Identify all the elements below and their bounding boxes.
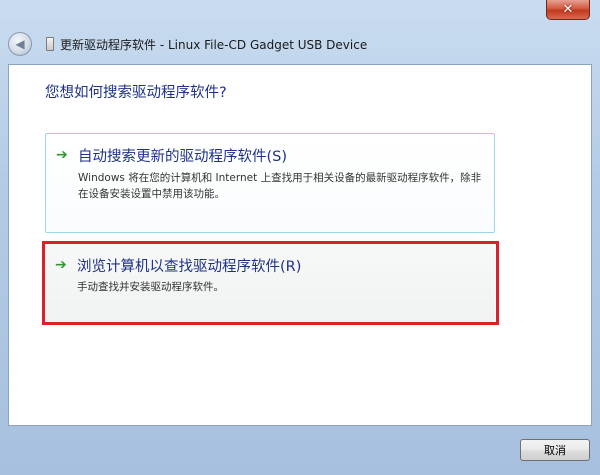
green-arrow-icon: ➔	[55, 257, 67, 273]
driver-update-window: ✕ ◀ 更新驱动程序软件 - Linux File-CD Gadget USB …	[0, 0, 600, 475]
back-button[interactable]: ◀	[8, 32, 32, 56]
option-browse-computer-title: 浏览计算机以查找驱动程序软件(R)	[77, 259, 302, 275]
content-panel: 您想如何搜索驱动程序软件? ➔ 自动搜索更新的驱动程序软件(S) Windows…	[8, 64, 592, 426]
window-title: 更新驱动程序软件 - Linux File-CD Gadget USB Devi…	[60, 37, 368, 52]
close-icon: ✕	[562, 2, 574, 17]
option-auto-search-description: Windows 将在您的计算机和 Internet 上查找用于相关设备的最新驱动…	[78, 172, 482, 200]
option-browse-computer-description: 手动查找并安装驱动程序软件。	[77, 281, 224, 293]
close-button[interactable]: ✕	[546, 0, 590, 20]
back-arrow-icon: ◀	[15, 37, 25, 51]
usb-device-icon	[46, 37, 54, 51]
option-browse-computer[interactable]: ➔ 浏览计算机以查找驱动程序软件(R) 手动查找并安装驱动程序软件。	[45, 244, 495, 322]
green-arrow-icon: ➔	[56, 147, 68, 163]
page-title: 您想如何搜索驱动程序软件?	[45, 85, 227, 101]
option-auto-search-title: 自动搜索更新的驱动程序软件(S)	[78, 149, 288, 165]
cancel-button[interactable]: 取消	[520, 439, 590, 461]
option-auto-search[interactable]: ➔ 自动搜索更新的驱动程序软件(S) Windows 将在您的计算机和 Inte…	[45, 133, 495, 233]
window-header: ◀ 更新驱动程序软件 - Linux File-CD Gadget USB De…	[8, 30, 592, 58]
